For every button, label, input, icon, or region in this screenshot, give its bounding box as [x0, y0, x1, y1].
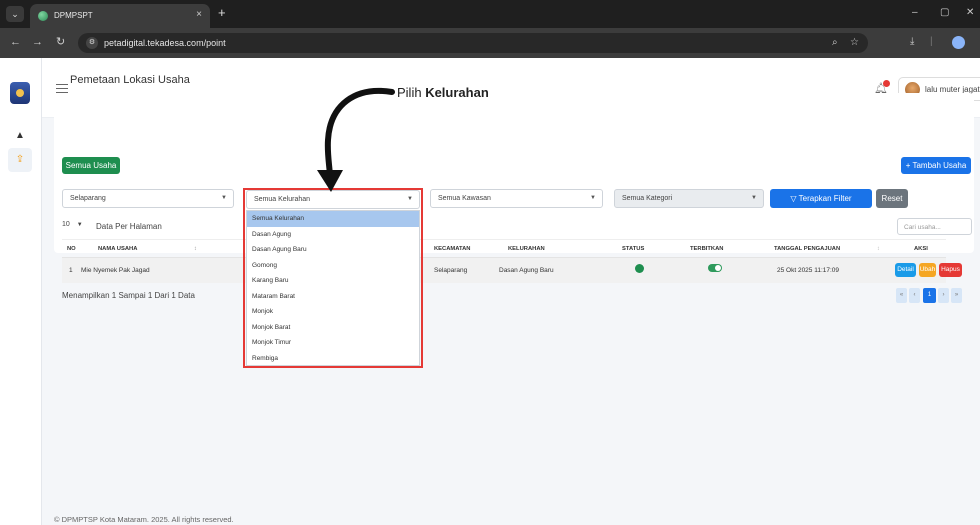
submission-date: 25 Okt 2025 11:17:09 — [777, 267, 840, 274]
toolbar-divider: | — [930, 36, 933, 47]
forward-icon[interactable]: → — [32, 36, 43, 48]
tab-title: DPMPSPT — [54, 11, 93, 20]
site-settings-icon[interactable]: ⚙ — [86, 37, 98, 49]
kecamatan-cell: Selaparang — [434, 267, 468, 274]
maximize-icon[interactable]: ▢ — [940, 7, 949, 18]
close-window-icon[interactable]: ✕ — [966, 7, 974, 18]
chevron-down-icon: ▼ — [76, 222, 83, 228]
column-header[interactable]: NAMA USAHA — [98, 246, 137, 252]
column-header: KELURAHAN — [508, 246, 545, 252]
reload-icon[interactable]: ↻ — [56, 36, 65, 48]
page-title: Pemetaan Lokasi Usaha — [70, 74, 190, 86]
profile-icon[interactable] — [952, 36, 965, 49]
reset-button[interactable]: Reset — [876, 189, 908, 208]
kawasan-value: Semua Kawasan — [438, 195, 491, 202]
notification-badge — [883, 80, 890, 87]
bookmark-star-icon[interactable]: ☆ — [850, 37, 859, 49]
column-header: AKSI — [914, 246, 928, 252]
browser-tab-bar: ⌄ DPMPSPT × + – ▢ ✕ — [0, 0, 980, 28]
chevron-down-icon: ▼ — [590, 195, 596, 201]
kawasan-select[interactable]: Semua Kawasan ▼ — [430, 189, 603, 208]
url-text: petadigital.tekadesa.com/point — [104, 38, 226, 48]
kelurahan-cell: Dasan Agung Baru — [499, 267, 554, 274]
sidebar-rail: ▲ ⇪ — [0, 58, 42, 525]
add-business-button[interactable]: + Tambah Usaha — [901, 157, 971, 174]
app-logo[interactable] — [10, 82, 30, 104]
annotation-bold: Kelurahan — [425, 85, 489, 100]
column-header: STATUS — [622, 246, 645, 252]
kecamatan-select[interactable]: Selaparang ▼ — [62, 189, 234, 208]
last-page-button[interactable]: » — [951, 288, 962, 303]
chevron-down-icon: ▼ — [751, 195, 757, 201]
per-page-label: Data Per Halaman — [96, 222, 162, 231]
row-number: 1 — [69, 267, 73, 274]
browser-tab[interactable]: DPMPSPT × — [30, 4, 210, 28]
column-header: KECAMATAN — [434, 246, 471, 252]
kategori-value: Semua Kategori — [622, 195, 673, 202]
page-button[interactable]: 1 — [923, 288, 936, 303]
footer-text: © DPMPTSP Kota Mataram. 2025. All rights… — [54, 515, 234, 524]
search-input[interactable]: Cari usaha... — [897, 218, 972, 235]
minimize-icon[interactable]: – — [912, 7, 918, 18]
column-header: TANGGAL PENGAJUAN — [774, 246, 841, 252]
download-icon[interactable]: ⤓ — [910, 36, 914, 48]
back-icon[interactable]: ← — [10, 36, 21, 48]
apply-filter-button[interactable]: ▽ Terapkan Filter — [770, 189, 872, 208]
sort-icon[interactable]: ↕ — [194, 246, 197, 252]
home-icon[interactable]: ▲ — [14, 130, 26, 142]
table-row: 1 Mie Nyemek Pak Jagad Selaparang Dasan … — [62, 258, 962, 283]
all-businesses-button[interactable]: Semua Usaha — [62, 157, 120, 174]
prev-page-button[interactable]: ‹ — [909, 288, 920, 303]
address-bar[interactable]: ⚙ petadigital.tekadesa.com/point ⌕ ☆ — [78, 33, 868, 53]
next-page-button[interactable]: › — [938, 288, 949, 303]
chevron-down-icon: ▼ — [221, 195, 227, 201]
content-card — [54, 93, 974, 253]
pagination-summary: Menampilkan 1 Sampai 1 Dari 1 Data — [62, 291, 195, 300]
table-header: NO NAMA USAHA ↕ KECAMATAN KELURAHAN STAT… — [62, 239, 946, 258]
kecamatan-value: Selaparang — [70, 195, 106, 202]
browser-toolbar: ← → ↻ ⚙ petadigital.tekadesa.com/point ⌕… — [0, 28, 980, 58]
menu-icon[interactable] — [56, 84, 68, 93]
annotation-prefix: Pilih — [397, 85, 426, 100]
edit-button[interactable]: Ubah — [919, 263, 936, 277]
favicon-icon — [38, 11, 48, 21]
per-page-value: 10 — [62, 221, 70, 228]
tab-close-icon[interactable]: × — [196, 9, 202, 20]
column-header: TERBITKAN — [690, 246, 724, 252]
business-name: Mie Nyemek Pak Jagad — [81, 267, 150, 274]
tab-search-icon[interactable]: ⌄ — [6, 6, 24, 22]
kategori-select[interactable]: Semua Kategori ▼ — [614, 189, 764, 208]
sort-icon[interactable]: ↕ — [877, 246, 880, 252]
annotation-arrow — [317, 87, 395, 192]
per-page-select[interactable]: 10 ▼ — [62, 221, 93, 235]
upload-icon[interactable]: ⇪ — [8, 148, 32, 172]
pagination: « ‹ 1 › » — [896, 288, 972, 303]
column-header: NO — [67, 246, 76, 252]
delete-button[interactable]: Hapus — [939, 263, 962, 277]
new-tab-icon[interactable]: + — [218, 6, 226, 20]
highlight-frame — [243, 188, 423, 368]
publish-toggle[interactable] — [708, 264, 722, 272]
first-page-button[interactable]: « — [896, 288, 907, 303]
status-indicator — [635, 264, 644, 273]
annotation-label: Pilih Kelurahan — [397, 85, 489, 100]
zoom-icon[interactable]: ⌕ — [832, 37, 838, 49]
detail-button[interactable]: Detail — [895, 263, 916, 277]
